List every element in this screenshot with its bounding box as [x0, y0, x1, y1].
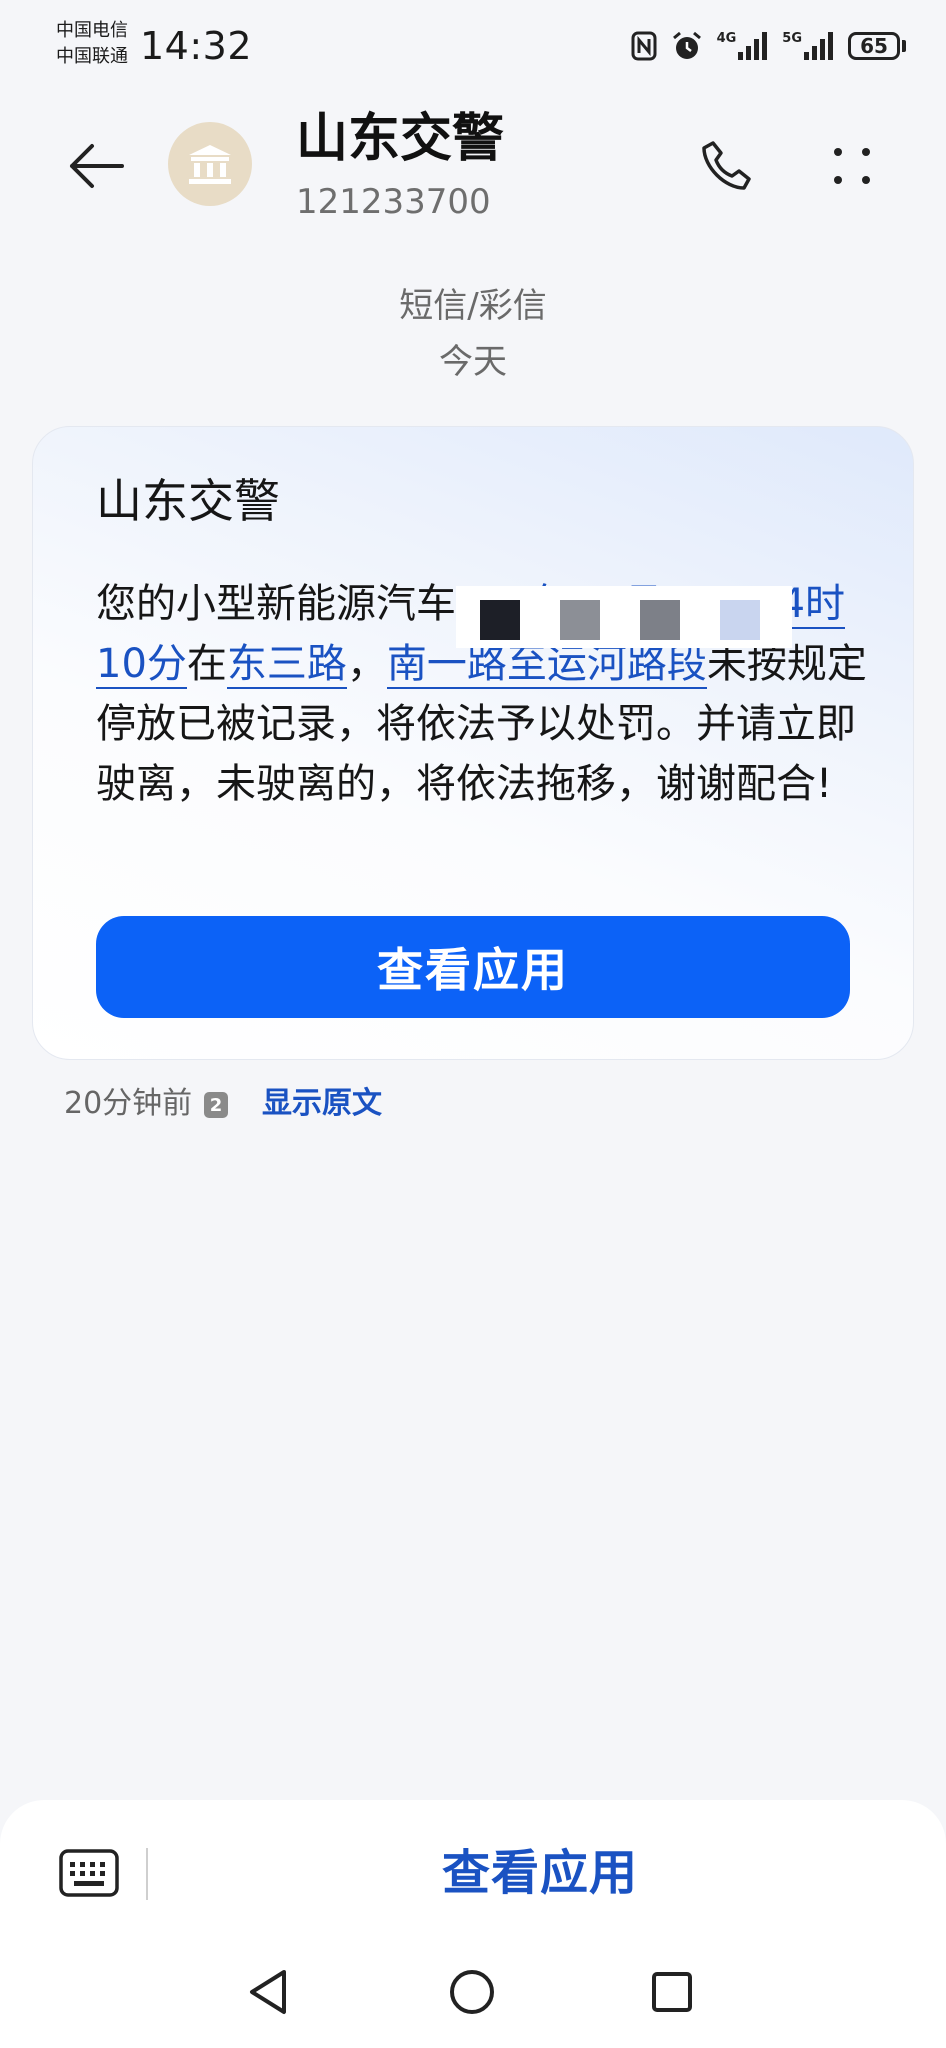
more-dots-icon	[834, 148, 870, 184]
nfc-icon	[631, 31, 657, 61]
alarm-icon	[672, 31, 701, 59]
body-text-1: 您的小型新能源汽车	[96, 581, 456, 627]
view-app-button[interactable]: 查看应用	[96, 916, 850, 1018]
more-options-button[interactable]	[816, 130, 888, 202]
status-time: 14:32	[140, 24, 253, 68]
signal-5g-icon: 5G	[782, 32, 834, 60]
network-2-label: 5G	[782, 31, 802, 46]
phone-icon	[702, 141, 751, 190]
redaction-block	[480, 600, 520, 640]
contact-name: 山东交警	[296, 109, 505, 169]
thread-date-label: 今天	[439, 342, 507, 382]
avatar[interactable]	[168, 122, 252, 206]
redaction-block	[720, 600, 760, 640]
call-button[interactable]	[690, 130, 762, 202]
circle-home-icon	[450, 1970, 494, 2014]
status-icons: 4G 5G 65	[631, 26, 906, 66]
body-text-2: 在	[186, 641, 227, 687]
road-link-2[interactable]: 南一路至运河路段	[386, 641, 707, 689]
signal-4g-icon: 4G	[717, 32, 769, 60]
bottom-view-app-button[interactable]: 查看应用	[200, 1840, 880, 1906]
body-text-3: ，	[346, 641, 387, 687]
redaction-mosaic	[456, 586, 792, 648]
bottom-divider	[146, 1848, 148, 1900]
battery-icon: 65	[848, 32, 906, 60]
triangle-back-icon	[250, 1970, 286, 2014]
nav-recents-button[interactable]	[646, 1966, 698, 2018]
square-recents-icon	[652, 1972, 692, 2012]
bank-building-icon	[189, 145, 231, 184]
arrow-left-icon	[70, 144, 124, 188]
battery-tip	[902, 40, 906, 52]
back-button[interactable]	[60, 130, 132, 202]
thread-type-label: 短信/彩信	[399, 286, 547, 326]
carrier-1: 中国电信	[56, 20, 128, 41]
keyboard-toggle-button[interactable]	[58, 1846, 120, 1900]
network-1-label: 4G	[716, 31, 737, 46]
nav-back-button[interactable]	[244, 1966, 296, 2018]
carrier-2: 中国联通	[56, 46, 128, 67]
nav-home-button[interactable]	[446, 1966, 498, 2018]
battery-level: 65	[848, 32, 900, 60]
sim-slot-badge: 2	[204, 1092, 228, 1118]
redaction-block	[560, 600, 600, 640]
message-time: 20分钟前	[64, 1086, 193, 1121]
show-original-link[interactable]: 显示原文	[262, 1082, 382, 1126]
road-link-1[interactable]: 东三路	[226, 641, 347, 689]
contact-number: 121233700	[296, 182, 491, 222]
redaction-block	[640, 600, 680, 640]
card-title: 山东交警	[96, 474, 280, 528]
keyboard-icon	[59, 1849, 119, 1897]
carrier-labels: 中国电信 中国联通	[56, 18, 128, 70]
